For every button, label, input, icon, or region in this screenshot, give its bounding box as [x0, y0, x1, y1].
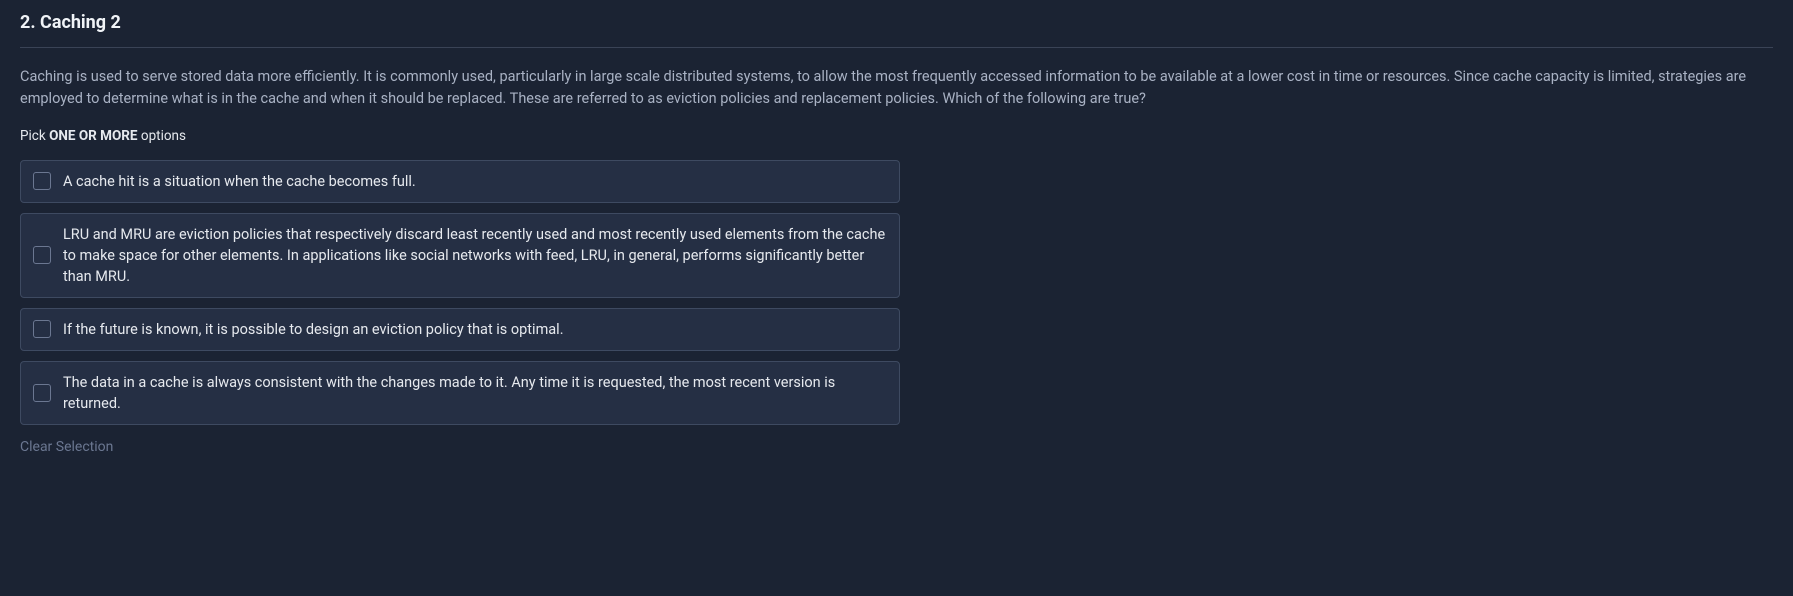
clear-selection-button[interactable]: Clear Selection [20, 439, 113, 455]
question-container: 2. Caching 2 Caching is used to serve st… [0, 0, 1793, 475]
instruction: Pick ONE OR MORE options [20, 128, 1773, 144]
divider [20, 47, 1773, 48]
checkbox-icon[interactable] [33, 172, 51, 190]
option-4[interactable]: The data in a cache is always consistent… [20, 361, 900, 425]
option-3[interactable]: If the future is known, it is possible t… [20, 308, 900, 351]
option-text: LRU and MRU are eviction policies that r… [63, 224, 887, 287]
checkbox-icon[interactable] [33, 246, 51, 264]
option-text: The data in a cache is always consistent… [63, 372, 887, 414]
options-list: A cache hit is a situation when the cach… [20, 160, 900, 425]
checkbox-icon[interactable] [33, 320, 51, 338]
option-text: A cache hit is a situation when the cach… [63, 171, 887, 192]
question-body: Caching is used to serve stored data mor… [20, 66, 1773, 110]
checkbox-icon[interactable] [33, 384, 51, 402]
instruction-suffix: options [138, 128, 186, 144]
instruction-prefix: Pick [20, 128, 49, 144]
question-number: 2. [20, 12, 36, 33]
instruction-bold: ONE OR MORE [49, 128, 137, 144]
option-1[interactable]: A cache hit is a situation when the cach… [20, 160, 900, 203]
question-title-text: Caching 2 [40, 12, 121, 33]
question-title: 2. Caching 2 [20, 4, 1773, 47]
option-text: If the future is known, it is possible t… [63, 319, 887, 340]
option-2[interactable]: LRU and MRU are eviction policies that r… [20, 213, 900, 298]
